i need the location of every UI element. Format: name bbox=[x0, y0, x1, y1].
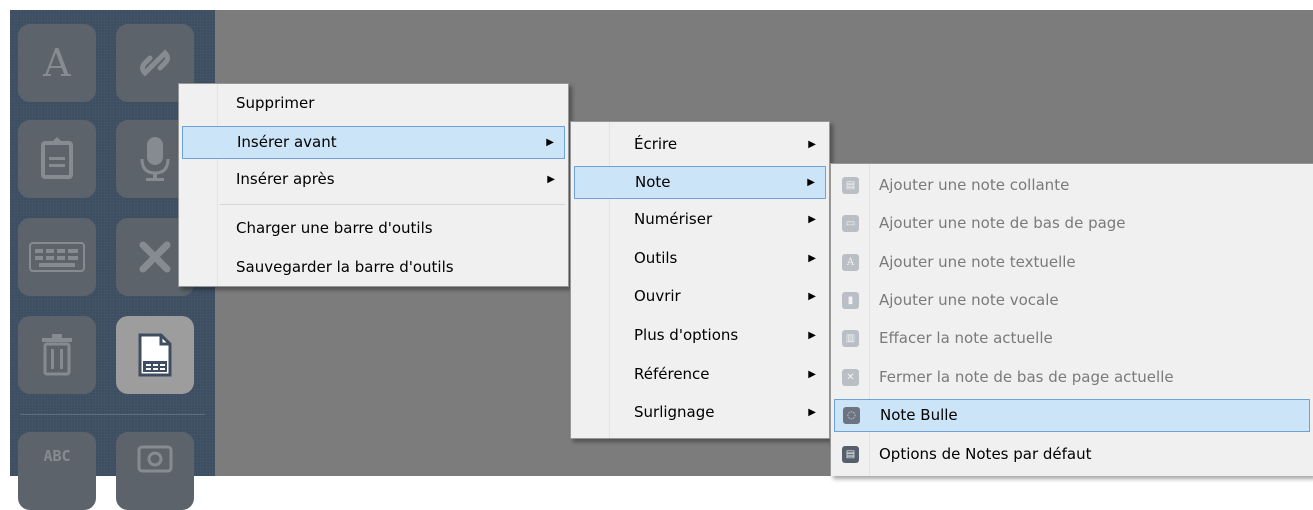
menu-item-sauvegarder-barre[interactable]: Sauvegarder la barre d'outils bbox=[182, 251, 565, 284]
menu-separator bbox=[220, 204, 565, 205]
clipboard-icon bbox=[41, 137, 73, 179]
sticky-note-icon: ▤ bbox=[842, 177, 859, 194]
menu-item-inserer-avant[interactable]: Insérer avant ▶ bbox=[182, 126, 565, 159]
text-note-icon: A bbox=[842, 254, 859, 271]
text-tool-button[interactable]: A bbox=[18, 24, 96, 102]
menu-item-options-notes[interactable]: ▤ Options de Notes par défaut bbox=[834, 438, 1310, 471]
erase-note-icon: ▥ bbox=[842, 330, 859, 347]
link-icon bbox=[140, 49, 170, 77]
footnote-tool-button[interactable] bbox=[116, 316, 194, 394]
document-icon bbox=[138, 333, 172, 377]
footnote-icon: ▭ bbox=[842, 215, 859, 232]
microphone-icon bbox=[140, 137, 170, 181]
menu-item-ecrire[interactable]: Écrire ▶ bbox=[574, 128, 826, 161]
submenu-arrow-icon: ▶ bbox=[807, 177, 815, 188]
menu-item-label: Ouvrir bbox=[634, 287, 681, 305]
menu-item-label: Charger une barre d'outils bbox=[236, 219, 433, 237]
delete-tool-button[interactable] bbox=[18, 316, 96, 394]
menu-item-label: Surlignage bbox=[634, 403, 715, 421]
menu-item-label: Options de Notes par défaut bbox=[879, 445, 1092, 463]
menu-item-label: Note bbox=[635, 173, 671, 191]
menu-item-label: Référence bbox=[634, 365, 710, 383]
submenu-inserer-avant: Écrire ▶ Note ▶ Numériser ▶ Outils ▶ Ouv… bbox=[570, 121, 830, 439]
paste-tool-button[interactable] bbox=[18, 120, 96, 198]
menu-item-label: Effacer la note actuelle bbox=[879, 329, 1053, 347]
menu-item-note-textuelle: A Ajouter une note textuelle bbox=[834, 246, 1310, 279]
menu-item-label: Plus d'options bbox=[634, 326, 739, 344]
bubble-note-icon: ◌ bbox=[843, 407, 860, 424]
note-options-icon: ▤ bbox=[842, 446, 859, 463]
submenu-note: ▤ Ajouter une note collante ▭ Ajouter un… bbox=[830, 163, 1313, 476]
menu-item-reference[interactable]: Référence ▶ bbox=[574, 358, 826, 391]
menu-item-note-vocale: ▮ Ajouter une note vocale bbox=[834, 284, 1310, 317]
scan-tool-button[interactable] bbox=[116, 432, 194, 510]
menu-item-label: Note Bulle bbox=[880, 406, 958, 424]
menu-item-label: Ajouter une note vocale bbox=[879, 291, 1059, 309]
abbreviation-tool-button[interactable]: ABC bbox=[18, 432, 96, 510]
menu-item-label: Écrire bbox=[634, 135, 678, 153]
text-tool-icon: A bbox=[43, 41, 71, 85]
menu-item-supprimer[interactable]: Supprimer bbox=[182, 87, 565, 120]
camera-icon bbox=[137, 445, 173, 473]
menu-item-label: Insérer avant bbox=[237, 133, 337, 151]
menu-item-inserer-apres[interactable]: Insérer après ▶ bbox=[182, 163, 565, 196]
submenu-arrow-icon: ▶ bbox=[546, 137, 554, 148]
menu-item-label: Ajouter une note de bas de page bbox=[879, 214, 1126, 232]
menu-item-label: Sauvegarder la barre d'outils bbox=[236, 258, 454, 276]
menu-item-label: Fermer la note de bas de page actuelle bbox=[879, 368, 1174, 386]
submenu-arrow-icon: ▶ bbox=[808, 369, 816, 380]
keyboard-icon bbox=[29, 242, 85, 272]
menu-item-label: Supprimer bbox=[236, 94, 315, 112]
menu-item-note[interactable]: Note ▶ bbox=[574, 166, 826, 199]
menu-item-label: Numériser bbox=[634, 210, 713, 228]
voice-note-icon: ▮ bbox=[842, 292, 859, 309]
menu-item-outils[interactable]: Outils ▶ bbox=[574, 242, 826, 275]
close-icon bbox=[139, 241, 171, 273]
menu-item-label: Insérer après bbox=[236, 170, 335, 188]
abbreviation-icon: ABC bbox=[43, 447, 71, 465]
submenu-arrow-icon: ▶ bbox=[808, 407, 816, 418]
context-menu: Supprimer Insérer avant ▶ Insérer après … bbox=[178, 83, 569, 287]
submenu-arrow-icon: ▶ bbox=[808, 253, 816, 264]
menu-item-label: Ajouter une note textuelle bbox=[879, 253, 1076, 271]
menu-item-plus-options[interactable]: Plus d'options ▶ bbox=[574, 319, 826, 352]
menu-item-surlignage[interactable]: Surlignage ▶ bbox=[574, 396, 826, 429]
submenu-arrow-icon: ▶ bbox=[808, 291, 816, 302]
menu-item-label: Outils bbox=[634, 249, 678, 267]
close-footnote-icon: ✕ bbox=[842, 369, 859, 386]
menu-item-fermer-note: ✕ Fermer la note de bas de page actuelle bbox=[834, 361, 1310, 394]
menu-item-note-collante: ▤ Ajouter une note collante bbox=[834, 169, 1310, 202]
submenu-arrow-icon: ▶ bbox=[808, 139, 816, 150]
toolbar-divider bbox=[20, 414, 205, 415]
menu-item-note-bas-page: ▭ Ajouter une note de bas de page bbox=[834, 207, 1310, 240]
menu-item-note-bulle[interactable]: ◌ Note Bulle bbox=[834, 399, 1310, 432]
menu-item-charger-barre[interactable]: Charger une barre d'outils bbox=[182, 212, 565, 245]
submenu-arrow-icon: ▶ bbox=[808, 330, 816, 341]
menu-item-numeriser[interactable]: Numériser ▶ bbox=[574, 203, 826, 236]
menu-item-ouvrir[interactable]: Ouvrir ▶ bbox=[574, 280, 826, 313]
submenu-arrow-icon: ▶ bbox=[808, 214, 816, 225]
menu-item-label: Ajouter une note collante bbox=[879, 176, 1070, 194]
submenu-arrow-icon: ▶ bbox=[547, 174, 555, 185]
trash-icon bbox=[42, 334, 72, 376]
menu-item-effacer-note: ▥ Effacer la note actuelle bbox=[834, 322, 1310, 355]
keyboard-tool-button[interactable] bbox=[18, 218, 96, 296]
